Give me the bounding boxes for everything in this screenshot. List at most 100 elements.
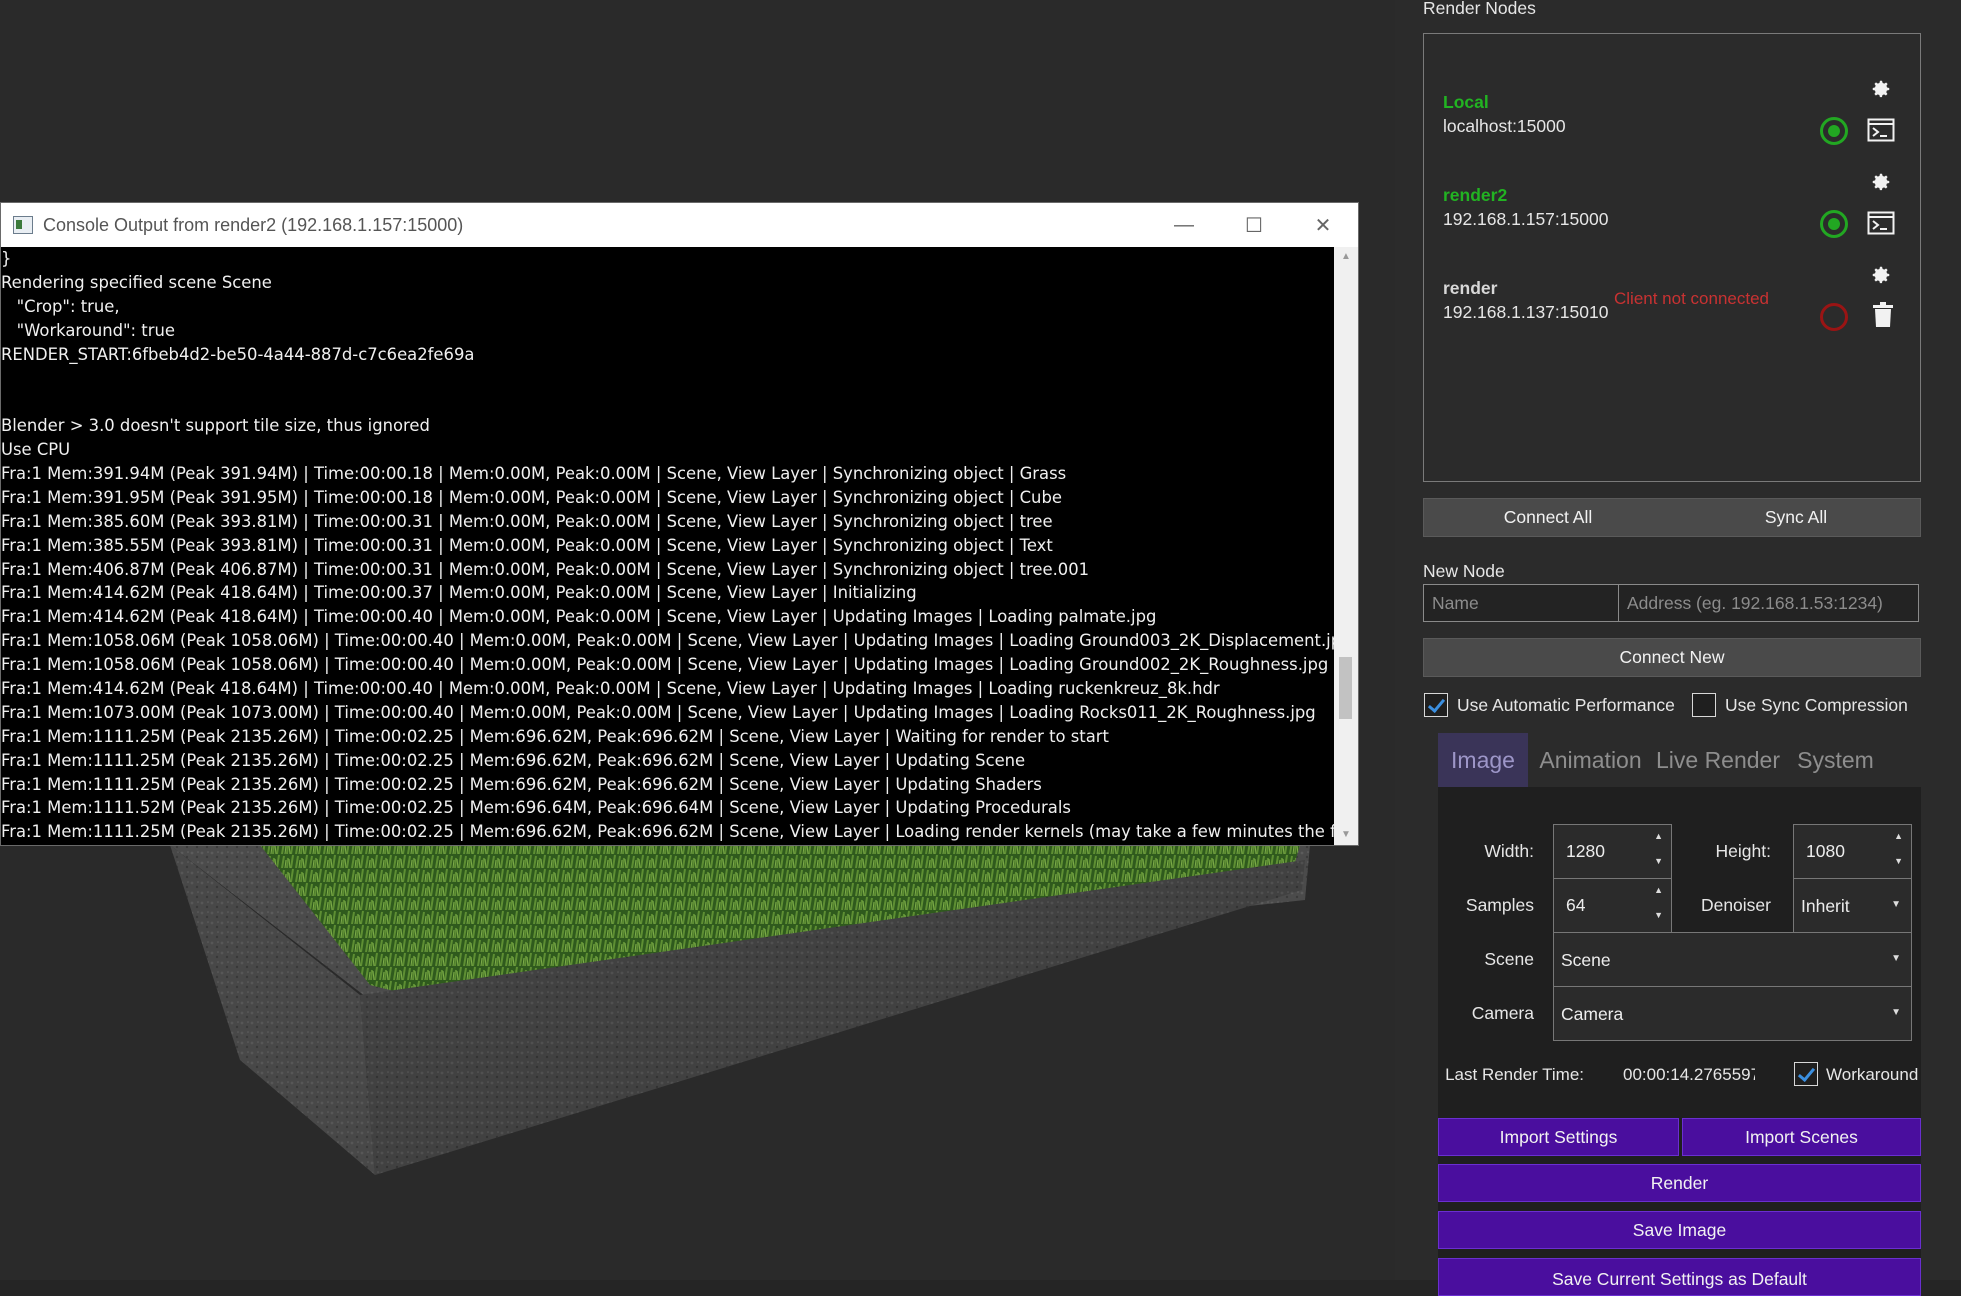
use-sync-compression-checkbox[interactable] <box>1692 693 1716 717</box>
width-stepper[interactable]: 1280 ▲ ▼ <box>1553 824 1672 879</box>
save-image-button[interactable]: Save Image <box>1438 1211 1921 1249</box>
import-settings-button[interactable]: Import Settings <box>1438 1118 1679 1156</box>
height-value: 1080 <box>1806 841 1845 861</box>
chevron-up-icon[interactable]: ▲ <box>1654 831 1663 841</box>
console-line: Fra:1 Mem:414.62M (Peak 418.64M) | Time:… <box>1 583 917 603</box>
gear-icon[interactable] <box>1870 171 1892 198</box>
denoiser-value: Inherit <box>1801 896 1850 916</box>
node-address: 192.168.1.157:15000 <box>1443 209 1609 229</box>
console-line: Fra:1 Mem:385.60M (Peak 393.81M) | Time:… <box>1 511 1053 531</box>
render-nodes-heading: Render Nodes <box>1423 0 1536 18</box>
console-line: Fra:1 Mem:1111.25M (Peak 2135.26M) | Tim… <box>1 750 1026 770</box>
workaround-label: Workaround <box>1826 1065 1919 1084</box>
tab-system[interactable]: System <box>1783 733 1888 787</box>
console-line: } <box>1 249 12 268</box>
console-line: Fra:1 Mem:414.62M (Peak 418.64M) | Time:… <box>1 679 1220 699</box>
samples-stepper[interactable]: 64 ▲ ▼ <box>1553 878 1672 933</box>
console-title: Console Output from render2 (192.168.1.1… <box>43 214 464 235</box>
node-item-render[interactable]: render 192.168.1.137:15010 Client not co… <box>1424 242 1920 332</box>
last-render-time-label: Last Render Time: <box>1445 1065 1584 1084</box>
node-address-input[interactable]: Address (eg. 192.168.1.53:1234) <box>1618 584 1919 622</box>
tab-animation[interactable]: Animation <box>1528 733 1653 787</box>
camera-value: Camera <box>1561 1004 1624 1024</box>
node-name: render <box>1443 278 1498 298</box>
width-label: Width: <box>1484 841 1534 861</box>
terminal-icon[interactable] <box>1867 211 1895 240</box>
chevron-down-icon: ▼ <box>1891 1007 1901 1018</box>
console-line: Fra:1 Mem:1111.25M (Peak 2135.26M) | Tim… <box>1 774 1042 794</box>
node-address: localhost:15000 <box>1443 116 1566 136</box>
connect-all-button[interactable]: Connect All <box>1423 498 1672 537</box>
chevron-up-icon[interactable]: ▲ <box>1654 885 1663 895</box>
console-line: Blender > 3.0 doesn't support tile size,… <box>1 416 430 436</box>
console-line: Fra:1 Mem:391.94M (Peak 391.94M) | Time:… <box>1 464 1067 484</box>
samples-value: 64 <box>1566 895 1586 915</box>
height-stepper[interactable]: 1080 ▲ ▼ <box>1793 824 1912 879</box>
node-status-text: Client not connected <box>1614 289 1769 308</box>
console-line: Fra:1 Mem:1111.25M (Peak 2135.26M) | Tim… <box>1 726 1109 746</box>
image-tab-content: Width: 1280 ▲ ▼ Height: 1080 ▲ ▼ Samples… <box>1438 787 1921 1280</box>
render-button[interactable]: Render <box>1438 1164 1921 1202</box>
camera-label: Camera <box>1471 1003 1534 1023</box>
node-item-render2[interactable]: render2 192.168.1.157:15000 <box>1424 149 1920 239</box>
chevron-down-icon[interactable]: ▼ <box>1654 856 1663 866</box>
console-line: Rendering specified scene Scene <box>1 272 272 292</box>
close-icon[interactable]: ✕ <box>1289 203 1357 247</box>
connect-new-button[interactable]: Connect New <box>1423 638 1921 677</box>
tab-live-render[interactable]: Live Render <box>1653 733 1783 787</box>
chevron-up-icon[interactable]: ▲ <box>1894 831 1903 841</box>
import-scenes-button[interactable]: Import Scenes <box>1682 1118 1921 1156</box>
use-auto-performance-label: Use Automatic Performance <box>1457 695 1675 715</box>
gear-icon[interactable] <box>1870 264 1892 291</box>
minimize-icon[interactable]: — <box>1150 203 1218 247</box>
scene-label: Scene <box>1484 949 1534 969</box>
console-app-icon <box>13 216 33 234</box>
console-line: Fra:1 Mem:1073.00M (Peak 1073.00M) | Tim… <box>1 702 1316 722</box>
sync-all-button[interactable]: Sync All <box>1672 498 1921 537</box>
console-output[interactable]: } Rendering specified scene Scene "Crop":… <box>1 247 1334 845</box>
connected-status-icon <box>1820 117 1848 145</box>
console-scrollbar[interactable]: ▲ ▼ <box>1334 247 1358 845</box>
scroll-down-icon[interactable]: ▼ <box>1334 825 1358 845</box>
node-name-input[interactable]: Name <box>1423 584 1619 622</box>
console-titlebar[interactable]: Console Output from render2 (192.168.1.1… <box>1 203 1358 247</box>
scene-value: Scene <box>1561 950 1611 970</box>
console-line: Fra:1 Mem:385.55M (Peak 393.81M) | Time:… <box>1 535 1053 555</box>
chevron-down-icon[interactable]: ▼ <box>1654 910 1663 920</box>
camera-select[interactable]: Camera ▼ <box>1553 986 1912 1041</box>
connected-status-icon <box>1820 210 1848 238</box>
workaround-checkbox[interactable] <box>1794 1062 1818 1086</box>
chevron-down-icon: ▼ <box>1891 899 1901 910</box>
console-line: Fra:1 Mem:1111.52M (Peak 2135.26M) | Tim… <box>1 798 1071 818</box>
console-line: "Workaround": true <box>1 320 175 340</box>
maximize-icon[interactable]: ☐ <box>1220 203 1288 247</box>
new-node-heading: New Node <box>1423 561 1505 581</box>
console-line: "Crop": true, <box>1 296 120 316</box>
trash-icon[interactable] <box>1872 302 1894 333</box>
use-auto-performance-checkbox[interactable] <box>1424 693 1448 717</box>
gear-icon[interactable] <box>1870 78 1892 105</box>
scene-select[interactable]: Scene ▼ <box>1553 932 1912 987</box>
console-line: Fra:1 Mem:1111.25M (Peak 2135.26M) | Tim… <box>1 822 1334 842</box>
denoiser-select[interactable]: Inherit ▼ <box>1793 878 1912 933</box>
console-line: Fra:1 Mem:414.62M (Peak 418.64M) | Time:… <box>1 607 1157 627</box>
last-render-time-value: 00:00:14.2765597 <box>1623 1065 1755 1084</box>
chevron-down-icon[interactable]: ▼ <box>1894 856 1903 866</box>
samples-label: Samples <box>1465 895 1534 915</box>
scrollbar-thumb[interactable] <box>1339 657 1352 719</box>
scroll-up-icon[interactable]: ▲ <box>1334 247 1358 267</box>
use-sync-compression-label: Use Sync Compression <box>1725 695 1908 715</box>
save-default-settings-button[interactable]: Save Current Settings as Default <box>1438 1258 1921 1296</box>
console-line: RENDER_START:6fbeb4d2-be50-4a44-887d-c7c… <box>1 344 475 364</box>
node-item-local[interactable]: Local localhost:15000 <box>1424 56 1920 146</box>
render-nodes-list[interactable]: Local localhost:15000 render2 192.168.1.… <box>1423 33 1921 482</box>
tab-image[interactable]: Image <box>1438 733 1528 787</box>
node-address: 192.168.1.137:15010 <box>1443 302 1609 322</box>
terminal-icon[interactable] <box>1867 118 1895 147</box>
width-value: 1280 <box>1566 841 1605 861</box>
console-line: Fra:1 Mem:1058.06M (Peak 1058.06M) | Tim… <box>1 631 1334 651</box>
disconnected-status-icon <box>1820 303 1848 331</box>
console-line: Fra:1 Mem:391.95M (Peak 391.95M) | Time:… <box>1 487 1062 507</box>
console-window[interactable]: Console Output from render2 (192.168.1.1… <box>0 202 1359 846</box>
